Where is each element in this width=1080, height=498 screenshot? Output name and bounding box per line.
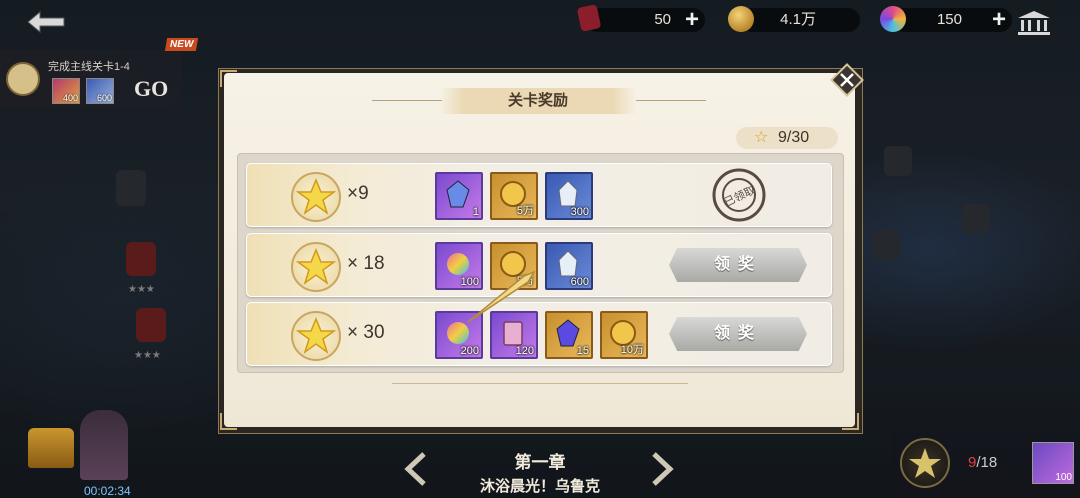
dialog-bottom-divider <box>392 383 688 384</box>
item-count: 1 <box>472 206 479 218</box>
dialog-title: 关卡奖励 <box>440 88 636 114</box>
ticket-icon <box>576 4 602 32</box>
title-divider <box>636 100 706 101</box>
basket-icon <box>6 62 40 96</box>
item-count: 5万 <box>516 205 534 217</box>
item-count: 120 <box>515 345 534 357</box>
item-count: 15 <box>576 345 589 357</box>
new-badge: NEW <box>164 38 199 51</box>
quest-text: 完成主线关卡1-4 <box>48 61 130 73</box>
rainbow-gem-icon <box>880 6 906 32</box>
treasure-chest-icon[interactable] <box>28 428 74 468</box>
museum-icon[interactable] <box>1016 10 1052 36</box>
reward-item-gold-coin[interactable]: 10万 <box>600 311 648 359</box>
title-divider <box>372 100 442 101</box>
gold-coin-icon <box>728 6 754 32</box>
chapter-title: 第一章 沐浴晨光！乌鲁克 <box>440 448 640 496</box>
reward-row: ×9 1 5万 300 已领取 <box>246 163 832 227</box>
top-bar: 50 + 4.1万 150 + <box>0 0 1080 42</box>
item-count: 600 <box>570 276 589 288</box>
star-requirement: × 18 <box>347 253 385 274</box>
ticket-value: 50 <box>654 11 671 28</box>
star-icon: ☆ <box>754 129 769 146</box>
chapter-number: 第一章 <box>514 453 566 472</box>
item-count: 10万 <box>620 344 644 356</box>
star-max: /18 <box>976 454 998 471</box>
gem-counter: 150 + <box>880 6 1012 32</box>
reward-item-purple-crystal[interactable]: 1 <box>435 172 483 220</box>
reward-item-gold-coin[interactable]: 5万 <box>490 172 538 220</box>
corner-ornament <box>842 413 859 430</box>
crystal-cluster-icon <box>558 180 578 207</box>
star-reward-count: 100 <box>1055 472 1072 483</box>
claim-reward-button[interactable]: 领奖 <box>669 317 807 351</box>
claimed-stamp-icon: 已领取 <box>712 168 766 222</box>
item-count: 300 <box>570 206 589 218</box>
crystal-icon <box>556 319 580 347</box>
quill-pointer-icon <box>467 270 536 323</box>
crystal-icon <box>446 180 470 208</box>
claim-reward-button[interactable]: 领奖 <box>669 248 807 282</box>
crystal-cluster-icon <box>558 250 578 277</box>
star-total-panel[interactable]: 9/18 100 <box>892 430 1080 498</box>
gem-value: 150 <box>936 11 962 28</box>
close-icon[interactable] <box>830 63 864 97</box>
corner-ornament <box>220 413 237 430</box>
quest-reward-slot: 600 <box>86 78 114 104</box>
back-arrow-icon[interactable] <box>24 8 70 36</box>
star-progress: ☆ 9/30 <box>736 127 838 149</box>
gold-counter: 4.1万 <box>728 6 860 32</box>
star-requirement: ×9 <box>347 183 369 204</box>
go-button[interactable]: GO <box>134 76 168 102</box>
reward-item-purple-crystal[interactable]: 15 <box>545 311 593 359</box>
chevron-right-icon[interactable] <box>650 452 674 486</box>
quest-reward-slot: 400 <box>52 78 80 104</box>
quest-reward-count: 600 <box>96 93 112 103</box>
add-gem-button[interactable]: + <box>992 8 1006 32</box>
quest-panel[interactable]: 完成主线关卡1-4 400 600 GO NEW <box>0 38 199 108</box>
corner-ornament <box>220 70 237 87</box>
chevron-left-icon[interactable] <box>404 452 428 486</box>
star-total-count: 9/18 <box>968 454 997 471</box>
reward-item-white-crystal[interactable]: 600 <box>545 242 593 290</box>
star-icon <box>900 438 950 488</box>
gold-value: 4.1万 <box>780 11 816 28</box>
timer: 00:02:34 <box>84 484 131 498</box>
add-ticket-button[interactable]: + <box>685 8 699 32</box>
star-progress-text: 9/30 <box>778 129 810 146</box>
star-icon <box>291 242 341 292</box>
chapter-name: 沐浴晨光！乌鲁克 <box>479 478 600 495</box>
character-avatar[interactable] <box>80 410 128 480</box>
quest-reward-count: 400 <box>62 93 78 103</box>
star-reward-item[interactable]: 100 <box>1032 442 1074 484</box>
star-requirement: × 30 <box>347 322 385 343</box>
item-count: 200 <box>460 345 479 357</box>
star-icon <box>291 311 341 361</box>
reward-item-white-crystal[interactable]: 300 <box>545 172 593 220</box>
ticket-counter: 50 + <box>576 4 705 32</box>
star-icon <box>291 172 341 222</box>
